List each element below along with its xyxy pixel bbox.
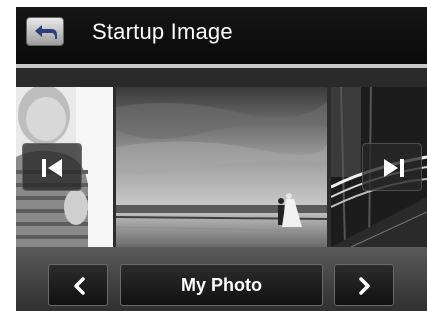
header-band — [16, 68, 427, 87]
photo-thumbnail-current[interactable] — [116, 87, 327, 247]
back-button[interactable] — [26, 17, 64, 46]
skip-next-icon — [384, 159, 404, 177]
chevron-left-icon — [74, 277, 85, 295]
beach-wedding-photo-image — [116, 87, 327, 247]
camera-menu-screen: Startup Image My Photo — [16, 7, 427, 311]
next-option-button[interactable] — [334, 264, 394, 306]
bottom-control-bar: My Photo — [16, 247, 427, 311]
image-carousel — [16, 87, 427, 247]
skip-previous-icon — [42, 159, 62, 177]
next-image-button[interactable] — [362, 143, 422, 191]
chevron-right-icon — [359, 277, 370, 295]
back-arrow-icon — [35, 25, 57, 39]
previous-option-button[interactable] — [48, 264, 108, 306]
startup-image-option[interactable]: My Photo — [120, 264, 323, 306]
header-bar: Startup Image — [16, 7, 427, 64]
previous-image-button[interactable] — [22, 143, 82, 191]
page-title: Startup Image — [92, 19, 233, 44]
